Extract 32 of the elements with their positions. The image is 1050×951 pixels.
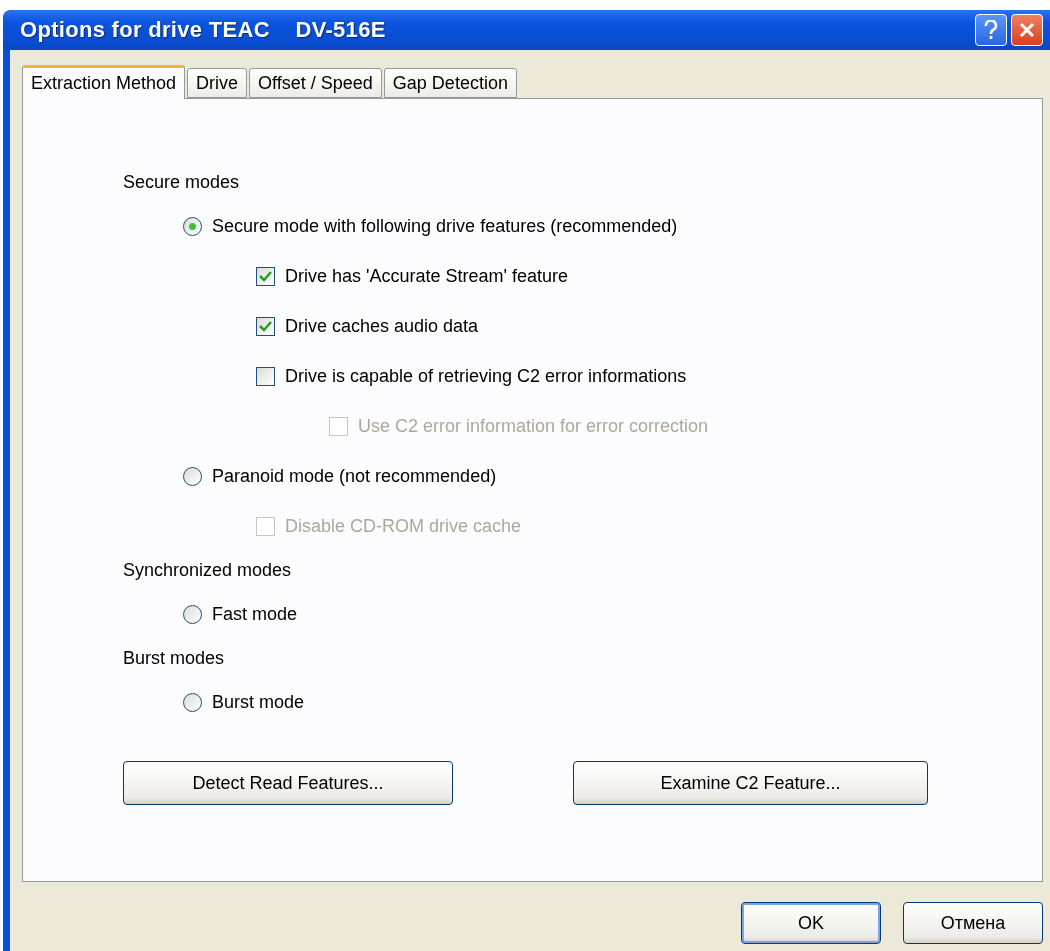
tab[interactable]: Drive <box>187 68 248 98</box>
radio-button[interactable] <box>183 216 202 236</box>
section-heading: Synchronized modes <box>123 558 293 582</box>
radio-button[interactable] <box>183 692 202 712</box>
option-label: Fast mode <box>212 603 298 625</box>
dialog-button[interactable]: OK <box>741 902 881 944</box>
question-mark-icon <box>984 20 998 40</box>
checkbox[interactable] <box>256 316 275 336</box>
close-icon <box>1019 22 1035 38</box>
option-label: Drive caches audio data <box>285 315 479 337</box>
window-title: Options for drive TEAC DV-516E <box>20 17 386 43</box>
option-label: Use C2 error information for error correction <box>358 415 709 437</box>
section-heading: Secure modes <box>123 170 241 194</box>
checkbox[interactable] <box>256 366 275 386</box>
radio-button[interactable] <box>183 466 202 486</box>
action-button[interactable]: Detect Read Features... <box>123 761 453 805</box>
tab[interactable]: Offset / Speed <box>249 68 382 98</box>
option-label: Burst mode <box>212 691 305 713</box>
radio-button[interactable] <box>183 604 202 624</box>
option-label: Drive has 'Accurate Stream' feature <box>285 265 568 287</box>
tab[interactable]: Gap Detection <box>383 68 517 98</box>
help-button[interactable] <box>975 14 1007 46</box>
checkbox[interactable] <box>256 266 275 286</box>
dialog-button[interactable]: Отмена <box>903 902 1043 944</box>
option-label: Drive is capable of retrieving C2 error informations <box>285 365 687 387</box>
close-button[interactable] <box>1011 14 1043 46</box>
section-heading: Burst modes <box>123 646 226 670</box>
option-label: Paranoid mode (not recommended) <box>212 465 497 487</box>
tab[interactable]: Extraction Method <box>22 65 186 99</box>
action-button[interactable]: Examine C2 Feature... <box>573 761 928 805</box>
option-label: Secure mode with following drive features (recommended) <box>212 215 678 237</box>
option-label: Disable CD-ROM drive cache <box>285 515 522 537</box>
